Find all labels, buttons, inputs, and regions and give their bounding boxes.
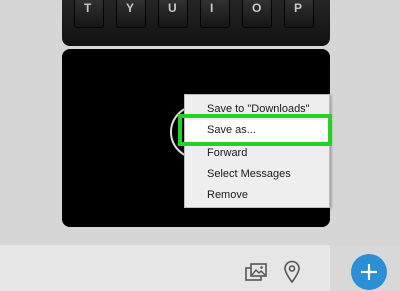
key-label: I — [210, 1, 214, 15]
context-menu: Save to "Downloads" Save as... Forward S… — [184, 94, 330, 208]
key-label: P — [294, 1, 303, 15]
menu-item-remove[interactable]: Remove — [185, 185, 329, 206]
keyboard-key: I — [200, 0, 230, 28]
key-label: Y — [126, 1, 135, 15]
message-input-bar[interactable] — [0, 245, 330, 291]
keyboard-key: T — [74, 0, 104, 28]
chat-area: T Y U I O P Save to "Downloads" Save as.… — [0, 0, 400, 245]
keyboard-key: Y — [116, 0, 146, 28]
menu-item-forward[interactable]: Forward — [185, 143, 329, 164]
plus-icon — [361, 264, 377, 280]
keyboard-photo-message[interactable]: T Y U I O P — [62, 0, 330, 46]
keyboard-key: O — [242, 0, 272, 28]
highlight-outline — [178, 114, 332, 146]
gallery-icon[interactable] — [245, 263, 269, 283]
key-label: T — [84, 1, 92, 15]
key-label: O — [252, 1, 262, 15]
key-label: U — [168, 1, 177, 15]
keyboard-key: P — [284, 0, 314, 28]
keyboard-key: U — [158, 0, 188, 28]
add-attachment-button[interactable] — [351, 254, 387, 290]
menu-item-select-messages[interactable]: Select Messages — [185, 164, 329, 185]
location-icon[interactable] — [282, 260, 302, 284]
